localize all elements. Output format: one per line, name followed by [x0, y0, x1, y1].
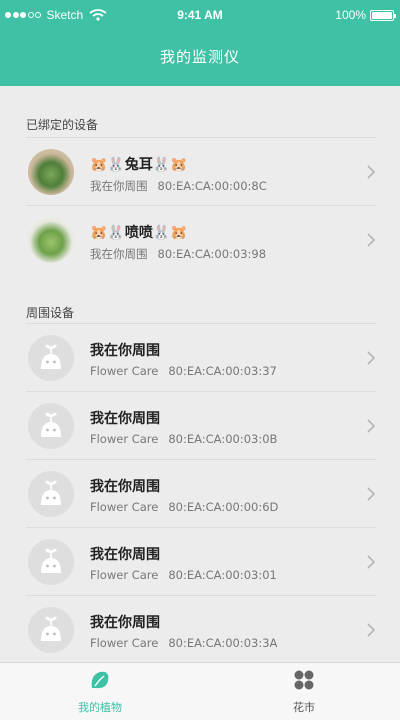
plant-leaf-icon	[91, 671, 109, 689]
status-bar: Sketch 9:41 AM 100%	[0, 0, 400, 30]
bound-device-row[interactable]: 🐹🐰喷喷🐰🐹 我在你周围 80:EA:CA:00:03:98	[26, 205, 376, 273]
device-subtitle: Flower Care 80:EA:CA:00:03:3A	[90, 636, 277, 650]
battery-icon	[370, 9, 396, 21]
device-mac: 80:EA:CA:00:00:8C	[157, 179, 267, 193]
device-mac: 80:EA:CA:00:03:37	[168, 364, 277, 378]
device-location: 我在你周围	[90, 247, 148, 261]
page-title: 我的监测仪	[159, 48, 240, 66]
four-petal-icon	[294, 670, 314, 690]
nearby-device-row[interactable]: 我在你周围 Flower Care 80:EA:CA:00:03:37	[26, 323, 376, 391]
device-avatar	[28, 471, 74, 517]
device-subtitle: Flower Care 80:EA:CA:00:03:0B	[90, 432, 277, 446]
chevron-right-icon	[367, 555, 376, 569]
device-mac: 80:EA:CA:00:03:0B	[168, 432, 278, 446]
device-model: Flower Care	[90, 568, 159, 582]
device-subtitle: Flower Care 80:EA:CA:00:03:01	[90, 568, 277, 582]
device-model: Flower Care	[90, 636, 159, 650]
device-name: 我在你周围	[90, 343, 160, 359]
device-mac: 80:EA:CA:00:03:3A	[168, 636, 278, 650]
device-model: Flower Care	[90, 364, 159, 378]
nearby-section-label: 周围设备	[26, 306, 75, 320]
device-avatar	[28, 335, 74, 381]
tab-my-plants-label: 我的植物	[78, 701, 122, 714]
chevron-right-icon	[367, 487, 376, 501]
battery-percent: 100%	[335, 8, 366, 22]
nearby-device-list: 我在你周围 Flower Care 80:EA:CA:00:03:37 我在你周围 Fl…	[26, 323, 376, 663]
device-model: Flower Care	[90, 432, 159, 446]
device-mac: 80:EA:CA:00:03:98	[157, 247, 267, 261]
device-mac: 80:EA:CA:00:03:01	[168, 568, 277, 582]
device-mac: 80:EA:CA:00:00:6D	[168, 500, 279, 514]
nearby-device-row[interactable]: 我在你周围 Flower Care 80:EA:CA:00:00:6D	[26, 459, 376, 527]
device-avatar	[28, 607, 74, 653]
device-name: 我在你周围	[90, 479, 160, 495]
nearby-device-row[interactable]: 我在你周围 Flower Care 80:EA:CA:00:03:0B	[26, 391, 376, 459]
device-avatar	[28, 403, 74, 449]
device-location: 我在你周围	[90, 179, 148, 193]
device-name: 🐹🐰喷喷🐰🐹	[90, 225, 188, 241]
device-name: 我在你周围	[90, 411, 160, 427]
chevron-right-icon	[367, 351, 376, 365]
bound-section-label: 已绑定的设备	[26, 118, 99, 132]
plant-photo-avatar	[28, 149, 74, 195]
nearby-device-row[interactable]: 我在你周围 Flower Care 80:EA:CA:00:03:3A	[26, 595, 376, 663]
chevron-right-icon	[367, 165, 376, 179]
default-plant-avatar-icon	[41, 344, 61, 369]
battery-fill	[372, 11, 392, 19]
tab-flower-market[interactable]: 花市	[244, 669, 364, 715]
chevron-right-icon	[367, 623, 376, 637]
device-name: 🐹🐰兔耳🐰🐹	[90, 157, 188, 173]
default-plant-avatar-icon	[41, 616, 61, 641]
bound-device-row[interactable]: 🐹🐰兔耳🐰🐹 我在你周围 80:EA:CA:00:00:8C	[26, 137, 376, 205]
device-subtitle: 我在你周围 80:EA:CA:00:03:98	[90, 246, 266, 262]
device-name: 我在你周围	[90, 615, 160, 631]
device-avatar	[28, 539, 74, 585]
app-header: Sketch 9:41 AM 100% 我的监测仪	[0, 0, 400, 86]
nearby-device-row[interactable]: 我在你周围 Flower Care 80:EA:CA:00:03:01	[26, 527, 376, 595]
device-subtitle: Flower Care 80:EA:CA:00:03:37	[90, 364, 277, 378]
chevron-right-icon	[367, 233, 376, 247]
tab-bar: 我的植物 花市	[0, 662, 400, 720]
tab-my-plants[interactable]: 我的植物	[40, 669, 160, 715]
device-model: Flower Care	[90, 500, 159, 514]
tab-flower-market-label: 花市	[293, 701, 315, 714]
chevron-right-icon	[367, 419, 376, 433]
device-name: 我在你周围	[90, 547, 160, 563]
default-plant-avatar-icon	[41, 480, 61, 505]
bound-device-list: 🐹🐰兔耳🐰🐹 我在你周围 80:EA:CA:00:00:8C 🐹🐰喷喷🐰🐹 我在你周围 8…	[26, 137, 376, 273]
default-plant-avatar-icon	[41, 548, 61, 573]
device-subtitle: 我在你周围 80:EA:CA:00:00:8C	[90, 178, 267, 194]
plant-photo-avatar	[28, 217, 74, 263]
status-right: 100%	[335, 8, 396, 22]
device-subtitle: Flower Care 80:EA:CA:00:00:6D	[90, 500, 278, 514]
default-plant-avatar-icon	[41, 412, 61, 437]
